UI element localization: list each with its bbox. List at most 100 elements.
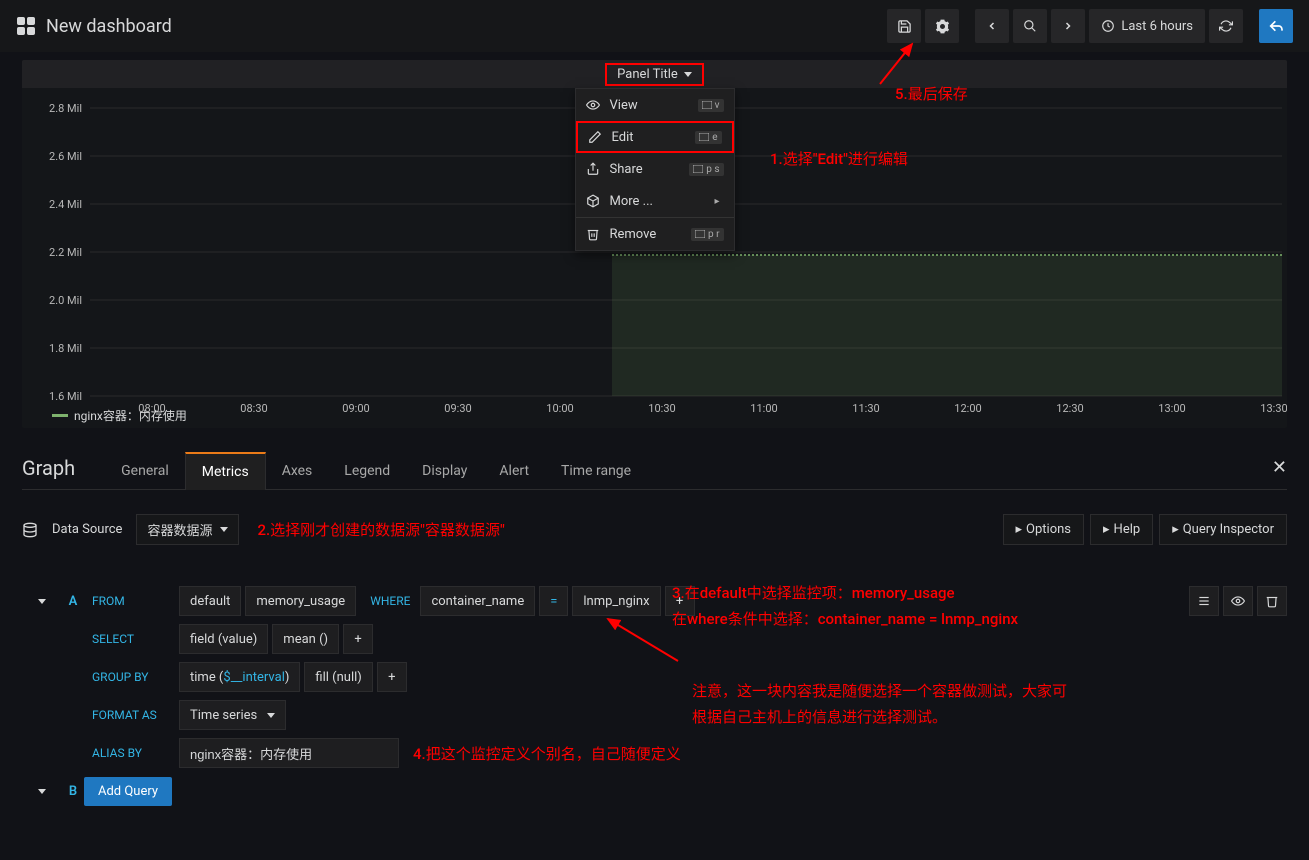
zoom-icon	[1023, 19, 1037, 33]
svg-text:08:30: 08:30	[240, 402, 267, 415]
add-query-button[interactable]: Add Query	[84, 777, 172, 806]
tab-general[interactable]: General	[105, 453, 185, 489]
keyboard-icon	[699, 133, 709, 141]
menu-icon	[1197, 594, 1211, 608]
groupby-keyword: GROUP BY	[84, 670, 179, 684]
query-b-letter[interactable]: B	[62, 784, 84, 799]
query-a-collapse[interactable]	[22, 599, 62, 604]
query-b-collapse[interactable]	[22, 789, 62, 794]
svg-text:2.4 Mil: 2.4 Mil	[49, 198, 82, 211]
groupby-fill[interactable]: fill (null)	[304, 662, 372, 692]
save-icon	[897, 19, 912, 34]
keyboard-icon	[702, 101, 712, 109]
aliasby-keyword: ALIAS BY	[84, 746, 179, 760]
select-field[interactable]: field (value)	[179, 624, 268, 654]
time-range-button[interactable]: Last 6 hours	[1089, 9, 1205, 43]
queries: A FROM default memory_usage WHERE contai…	[22, 585, 1287, 807]
options-button[interactable]: ▸Options	[1003, 514, 1085, 545]
panel-menu-remove[interactable]: Remove p r	[576, 218, 734, 250]
where-add[interactable]: +	[665, 586, 695, 616]
back-button[interactable]	[1259, 9, 1293, 43]
select-add[interactable]: +	[343, 624, 373, 654]
svg-text:12:00: 12:00	[954, 402, 981, 415]
panel-menu-more-label: More ...	[610, 194, 653, 209]
panel-menu-more[interactable]: More ... ▸	[576, 185, 734, 217]
svg-text:13:30: 13:30	[1260, 402, 1287, 415]
panel-title-text: Panel Title	[617, 67, 678, 82]
refresh-icon	[1219, 19, 1233, 33]
svg-text:2.8 Mil: 2.8 Mil	[49, 102, 82, 115]
query-toggle-visibility[interactable]	[1223, 586, 1253, 616]
select-keyword: SELECT	[84, 632, 179, 646]
groupby-time-suffix: )	[285, 670, 290, 685]
where-value[interactable]: lnmp_nginx	[572, 586, 660, 616]
time-back-button[interactable]	[975, 9, 1009, 43]
save-button[interactable]	[887, 9, 921, 43]
svg-text:10:00: 10:00	[546, 402, 573, 415]
keyboard-icon	[693, 165, 703, 173]
caret-down-icon	[220, 527, 228, 532]
annotation-4: 4.把这个监控定义个别名，自己随便定义	[413, 743, 681, 764]
svg-text:2.6 Mil: 2.6 Mil	[49, 150, 82, 163]
tab-axes[interactable]: Axes	[266, 453, 329, 489]
svg-text:2.2 Mil: 2.2 Mil	[49, 246, 82, 259]
tab-timerange[interactable]: Time range	[545, 453, 647, 489]
panel-menu-edit[interactable]: Edit e	[576, 121, 734, 153]
formatas-keyword: FORMAT AS	[84, 708, 179, 722]
from-measurement[interactable]: memory_usage	[245, 586, 356, 616]
panel-title-row: Panel Title View v Edit e Share p s M	[22, 60, 1287, 88]
dashboard-title[interactable]: New dashboard	[16, 16, 172, 37]
time-forward-button[interactable]	[1051, 9, 1085, 43]
zoom-out-button[interactable]	[1013, 9, 1047, 43]
tab-alert[interactable]: Alert	[483, 453, 545, 489]
query-inspector-button[interactable]: ▸Query Inspector	[1159, 514, 1287, 545]
query-a-formatas-row: FORMAT AS Time series	[22, 699, 1287, 731]
query-a-letter[interactable]: A	[62, 594, 84, 609]
editor-close-button[interactable]: ✕	[1272, 457, 1287, 478]
options-label: Options	[1026, 522, 1071, 537]
dashboard-title-text: New dashboard	[46, 16, 172, 37]
annotation-2: 2.选择刚才创建的数据源"容器数据源"	[257, 519, 504, 540]
gear-icon	[935, 19, 950, 34]
select-agg[interactable]: mean ()	[272, 624, 339, 654]
where-tag[interactable]: container_name	[420, 586, 535, 616]
aliasby-input[interactable]	[179, 738, 399, 768]
legend-swatch	[52, 414, 68, 417]
groupby-time-var: $__interval	[223, 670, 284, 685]
editor-tabs: Graph General Metrics Axes Legend Displa…	[22, 446, 1287, 490]
tab-display[interactable]: Display	[406, 453, 483, 489]
panel-editor: Graph General Metrics Axes Legend Displa…	[0, 446, 1309, 807]
svg-text:13:00: 13:00	[1158, 402, 1185, 415]
settings-button[interactable]	[925, 9, 959, 43]
where-op[interactable]: =	[539, 586, 568, 616]
help-label: Help	[1114, 522, 1141, 537]
query-a-select-row: SELECT field (value) mean () +	[22, 623, 1287, 655]
from-retention[interactable]: default	[179, 586, 241, 616]
panel-menu-edit-label: Edit	[612, 130, 634, 145]
groupby-time[interactable]: time ($__interval)	[179, 662, 300, 692]
editor-type-title: Graph	[22, 456, 75, 480]
query-menu-button[interactable]	[1189, 586, 1219, 616]
chevron-right-icon	[1062, 20, 1074, 32]
shortcut-text: p s	[706, 164, 719, 175]
datasource-select[interactable]: 容器数据源	[136, 514, 239, 545]
legend-label: nginx容器：内存使用	[74, 407, 187, 424]
caret-down-icon	[267, 713, 275, 718]
shortcut-text: p r	[708, 229, 719, 240]
query-delete[interactable]	[1257, 586, 1287, 616]
panel-menu-share[interactable]: Share p s	[576, 153, 734, 185]
clock-icon	[1101, 19, 1115, 33]
shortcut-text: e	[712, 132, 717, 143]
formatas-select[interactable]: Time series	[179, 700, 286, 730]
svg-text:10:30: 10:30	[648, 402, 675, 415]
help-button[interactable]: ▸Help	[1090, 514, 1153, 545]
panel-menu-view[interactable]: View v	[576, 89, 734, 121]
datasource-row: Data Source 容器数据源 2.选择刚才创建的数据源"容器数据源" ▸O…	[22, 514, 1287, 545]
chart-legend[interactable]: nginx容器：内存使用	[52, 407, 187, 424]
refresh-button[interactable]	[1209, 9, 1243, 43]
tab-metrics[interactable]: Metrics	[185, 452, 266, 490]
panel-title-dropdown[interactable]: Panel Title	[605, 63, 704, 86]
tab-legend[interactable]: Legend	[328, 453, 406, 489]
database-icon	[22, 522, 38, 538]
groupby-add[interactable]: +	[377, 662, 407, 692]
